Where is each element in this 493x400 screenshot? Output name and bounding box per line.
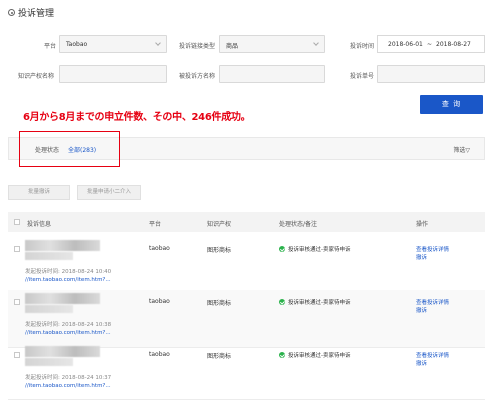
ip-cell: 图形商标 — [207, 353, 232, 360]
time-label: 投诉时间 — [349, 43, 374, 50]
link-type-label: 投诉链接类型 — [178, 43, 215, 50]
status-cell: 投诉审核通过-卖家待申诉 — [279, 298, 351, 306]
bulk-apply-button[interactable]: 批量申请小二介入 — [77, 185, 141, 200]
withdraw-link[interactable]: 撤诉 — [416, 359, 427, 367]
redacted-title — [25, 240, 100, 251]
page-header: 投诉管理 — [8, 6, 54, 19]
check-circle-icon — [279, 246, 285, 252]
header-info: 投诉信息 — [27, 221, 52, 228]
link-type-value: 商品 — [226, 43, 239, 50]
complaint-no-input[interactable] — [377, 65, 485, 83]
row-checkbox[interactable] — [14, 352, 20, 358]
complaint-date: 发起投诉时间: 2018-08-24 10:37 — [25, 375, 112, 381]
header-platform: 平台 — [149, 221, 162, 228]
table-row: 发起投诉时间: 2018-08-24 10:37 //item.taobao.c… — [8, 343, 485, 400]
page-title: 投诉管理 — [18, 9, 55, 19]
table-row: 发起投诉时间: 2018-08-24 10:40 //item.taobao.c… — [8, 237, 485, 295]
date-separator: ~ — [427, 41, 433, 48]
check-circle-icon — [279, 352, 285, 358]
item-link[interactable]: //item.taobao.com/item.htm?... — [25, 277, 111, 283]
withdraw-link[interactable]: 撤诉 — [416, 306, 427, 314]
complaint-date: 发起投诉时间: 2018-08-24 10:38 — [25, 322, 112, 328]
redacted-subtitle — [25, 305, 73, 313]
date-start: 2018-06-01 — [388, 41, 423, 48]
check-circle-icon — [279, 299, 285, 305]
withdraw-link[interactable]: 撤诉 — [416, 253, 427, 261]
filter-toggle[interactable]: 筛选▽ — [453, 145, 470, 154]
item-link[interactable]: //item.taobao.com/item.htm?... — [25, 330, 111, 336]
bulk-withdraw-button[interactable]: 批量撤诉 — [8, 185, 70, 200]
ip-name-label: 知识产权名称 — [17, 73, 54, 80]
status-text: 投诉审核通过-卖家待申诉 — [288, 247, 351, 253]
date-range-picker[interactable]: 2018-06-01 ~ 2018-08-27 — [377, 35, 485, 53]
ip-cell: 图形商标 — [207, 300, 232, 307]
ip-name-input[interactable] — [59, 65, 167, 83]
platform-cell: taobao — [149, 245, 170, 252]
platform-select[interactable]: Taobao — [59, 35, 167, 53]
header-status: 处理状态/备注 — [279, 221, 318, 228]
respondent-label: 被投诉方名称 — [178, 73, 215, 80]
status-text: 投诉审核通过-卖家待申诉 — [288, 353, 351, 359]
view-details-link[interactable]: 查看投诉详情 — [416, 245, 449, 253]
platform-cell: taobao — [149, 298, 170, 305]
item-link[interactable]: //item.taobao.com/item.htm?... — [25, 383, 111, 389]
header-ip: 知识产权 — [207, 221, 232, 228]
annotation-highlight-box — [19, 131, 120, 167]
respondent-input[interactable] — [219, 65, 325, 83]
view-details-link[interactable]: 查看投诉详情 — [416, 298, 449, 306]
row-checkbox[interactable] — [14, 299, 20, 305]
status-text: 投诉审核通过-卖家待申诉 — [288, 300, 351, 306]
complaint-no-label: 投诉单号 — [349, 73, 374, 80]
status-cell: 投诉审核通过-卖家待申诉 — [279, 245, 351, 253]
search-button[interactable]: 查 询 — [420, 95, 483, 114]
table-row: 发起投诉时间: 2018-08-24 10:38 //item.taobao.c… — [8, 290, 485, 348]
annotation-text: 6月から8月までの申立件数、その中、246件成功。 — [23, 112, 251, 123]
settings-icon — [8, 9, 15, 16]
link-type-select[interactable]: 商品 — [219, 35, 325, 53]
platform-label: 平台 — [43, 43, 56, 50]
row-checkbox[interactable] — [14, 246, 20, 252]
redacted-subtitle — [25, 358, 73, 366]
select-all-checkbox[interactable] — [14, 219, 20, 225]
complaint-date: 发起投诉时间: 2018-08-24 10:40 — [25, 269, 112, 275]
platform-value: Taobao — [66, 41, 88, 48]
redacted-title — [25, 346, 100, 357]
redacted-subtitle — [25, 252, 73, 260]
status-cell: 投诉审核通过-卖家待申诉 — [279, 351, 351, 359]
ip-cell: 图形商标 — [207, 247, 232, 254]
header-action: 操作 — [416, 221, 429, 228]
platform-cell: taobao — [149, 351, 170, 358]
redacted-title — [25, 293, 100, 304]
view-details-link[interactable]: 查看投诉详情 — [416, 351, 449, 359]
table-header: 投诉信息 平台 知识产权 处理状态/备注 操作 — [8, 212, 485, 232]
date-end: 2018-08-27 — [436, 41, 471, 48]
